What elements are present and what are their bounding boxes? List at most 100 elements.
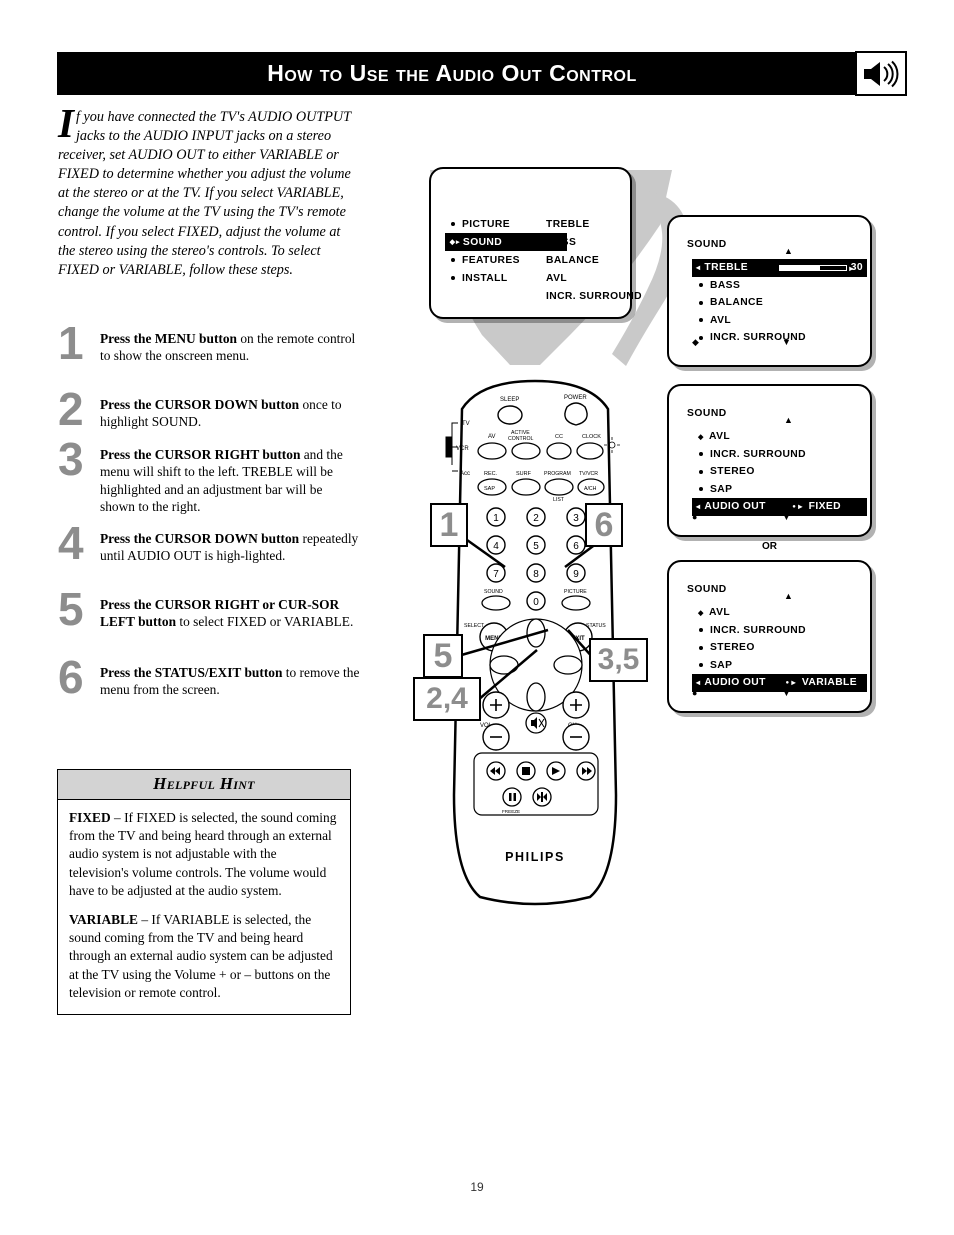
step-3-number: 3: [58, 433, 84, 485]
svg-text:TV/VCR: TV/VCR: [579, 471, 598, 477]
callout-3-5: 3,5: [589, 638, 648, 682]
sound-item-treble[interactable]: ◂ TREBLE ▸ 30: [692, 259, 867, 277]
sound2-item-audio-out[interactable]: ◂ AUDIO OUT ● ▸ FIXED: [692, 498, 867, 516]
sound-menu-1-title: SOUND: [687, 239, 727, 250]
bullet-icon: [699, 663, 703, 668]
tv-sound-menu-variable: SOUND ▲ ◆ AVL INCR. SURROUND STEREO SAP ◂…: [667, 560, 872, 713]
svg-text:PROGRAM: PROGRAM: [544, 471, 571, 477]
menu-item-features[interactable]: FEATURES: [445, 251, 538, 269]
submenu-item-bass-label: BASS: [546, 236, 577, 248]
scroll-up-icon: ▲: [784, 415, 793, 425]
scroll-up-icon: ▲: [784, 246, 793, 256]
hint-fixed-term: FIXED: [69, 810, 111, 825]
sound3-item-sap[interactable]: SAP: [692, 657, 864, 675]
tv-sound-menu-treble: SOUND ▲ ◂ TREBLE ▸ 30 BASS BALANCE AVL I…: [667, 215, 872, 367]
sound3-item-audio-out[interactable]: ◂ AUDIO OUT ● ▸ VARIABLE: [692, 674, 867, 692]
bullet-icon: [699, 487, 703, 492]
step-6: 6 Press the STATUS/EXIT button to remove…: [58, 654, 360, 706]
bullet-icon: [699, 318, 703, 323]
speaker-icon: [855, 51, 907, 96]
menu-item-picture[interactable]: PICTURE: [445, 215, 538, 233]
sound-item-bass-label: BASS: [710, 279, 741, 291]
or-separator-label: OR: [762, 541, 777, 552]
helpful-hint-box: Helpful Hint FIXED – If FIXED is selecte…: [57, 769, 351, 1016]
bullet-icon: [699, 283, 703, 288]
svg-text:PHILIPS: PHILIPS: [505, 850, 565, 864]
menu-item-picture-label: PICTURE: [462, 218, 510, 230]
step-3-text: Press the CURSOR RIGHT button and the me…: [100, 446, 360, 516]
scroll-down-icon: ▼: [782, 512, 791, 522]
page-number: 19: [470, 1180, 484, 1194]
scroll-down-icon: ▼: [782, 688, 791, 698]
sound2-item-incr-surround-label: INCR. SURROUND: [710, 448, 806, 460]
submenu-item-treble[interactable]: TREBLE: [546, 215, 642, 233]
submenu-item-avl[interactable]: AVL: [546, 269, 642, 287]
scroll-updown-icon: ◆: [449, 238, 456, 246]
bullet-icon: [451, 276, 455, 280]
sound-item-incr-surround[interactable]: INCR. SURROUND: [692, 329, 864, 347]
sound-item-avl-label: AVL: [710, 314, 732, 326]
menu-item-install[interactable]: INSTALL: [445, 269, 538, 287]
chevron-left-icon: ◂: [696, 502, 701, 512]
svg-text:AV: AV: [488, 434, 496, 440]
step-2: 2 Press the CURSOR DOWN button once to h…: [58, 386, 360, 436]
sound2-item-avl[interactable]: ◆ AVL: [692, 428, 864, 446]
sound-item-bass[interactable]: BASS: [692, 277, 864, 295]
hint-paragraph-variable: VARIABLE – If VARIABLE is selected, the …: [69, 911, 339, 1002]
intro-text: f you have connected the TV's AUDIO OUTP…: [58, 109, 351, 278]
helpful-hint-title: Helpful Hint: [58, 770, 350, 800]
treble-adjust-bar[interactable]: ▸ 30: [778, 262, 867, 273]
main-menu-right-column: TREBLE BASS BALANCE AVL INCR. SURROUND: [546, 215, 642, 305]
step-1: 1 Press the MENU button on the remote co…: [58, 320, 360, 386]
page-header: How to Use the Audio Out Control: [57, 51, 907, 96]
scroll-updown-icon: ◆: [698, 433, 704, 441]
sound-item-avl[interactable]: AVL: [692, 312, 864, 330]
scroll-updown-icon: ◆: [698, 609, 704, 617]
bullet-icon: [699, 300, 703, 305]
sound3-item-stereo[interactable]: STEREO: [692, 639, 864, 657]
svg-text:CLOCK: CLOCK: [582, 434, 601, 440]
hint-variable-term: VARIABLE: [69, 912, 138, 928]
step-2-bold: Press the CURSOR DOWN button: [100, 397, 300, 412]
sound-menu-2-title: SOUND: [687, 408, 727, 419]
sound-item-treble-label: TREBLE: [704, 262, 749, 274]
svg-text:REC.: REC.: [484, 471, 498, 477]
step-6-number: 6: [58, 651, 84, 703]
steps-list: 1 Press the MENU button on the remote co…: [58, 320, 360, 716]
step-4-bold: Press the CURSOR DOWN button: [100, 531, 300, 546]
bullet-icon: [451, 222, 455, 226]
step-5-number: 5: [58, 583, 84, 635]
intro-paragraph: If you have connected the TV's AUDIO OUT…: [58, 103, 358, 280]
bullet-icon: [699, 469, 703, 474]
sound3-item-incr-surround[interactable]: INCR. SURROUND: [692, 622, 864, 640]
sound-item-incr-surround-label: INCR. SURROUND: [710, 332, 806, 344]
sound2-item-avl-label: AVL: [709, 431, 731, 443]
tv-main-menu: PICTURE ◆ ▸ SOUND FEATURES INSTALL TREBL…: [429, 167, 642, 319]
callout-5: 5: [423, 634, 463, 678]
manual-page: How to Use the Audio Out Control If you …: [0, 0, 954, 1235]
submenu-item-balance[interactable]: BALANCE: [546, 251, 642, 269]
menu-item-install-label: INSTALL: [462, 272, 508, 284]
sound3-item-avl[interactable]: ◆ AVL: [692, 604, 864, 622]
step-6-text: Press the STATUS/EXIT button to remove t…: [100, 664, 360, 699]
bullet-icon: ●: [785, 679, 790, 686]
sound2-item-stereo[interactable]: STEREO: [692, 463, 864, 481]
svg-text:CC: CC: [555, 434, 563, 440]
hint-paragraph-fixed: FIXED – If FIXED is selected, the sound …: [69, 809, 339, 900]
svg-text:CONTROL: CONTROL: [508, 436, 533, 442]
sound-item-balance[interactable]: BALANCE: [692, 294, 864, 312]
submenu-item-incr-surround[interactable]: INCR. SURROUND: [546, 287, 642, 305]
chevron-left-icon: ◂: [696, 678, 701, 688]
sound2-item-sap[interactable]: SAP: [692, 481, 864, 499]
svg-text:SURF: SURF: [516, 471, 532, 477]
sound3-item-avl-label: AVL: [709, 607, 731, 619]
submenu-item-bass[interactable]: BASS: [546, 233, 642, 251]
callout-1: 1: [430, 503, 468, 547]
bullet-icon: [451, 258, 455, 262]
step-3: 3 Press the CURSOR RIGHT button and the …: [58, 436, 360, 520]
chevron-right-icon: ▸: [798, 502, 803, 512]
bullet-icon: ●: [792, 503, 797, 510]
scroll-down-icon: ▼: [782, 337, 791, 347]
svg-text:POWER: POWER: [564, 395, 587, 401]
sound2-item-incr-surround[interactable]: INCR. SURROUND: [692, 446, 864, 464]
